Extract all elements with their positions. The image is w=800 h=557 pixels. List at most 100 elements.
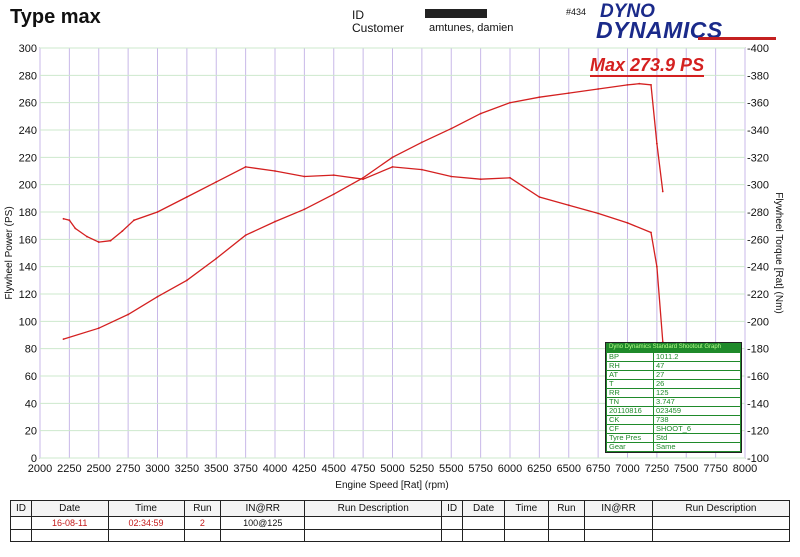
torque-point <box>68 219 71 222</box>
y-right-tick-label: -380 <box>747 70 769 82</box>
info-key: Gear <box>606 442 654 452</box>
info-row: RH 47 <box>606 361 741 371</box>
x-tick-label: 7250 <box>645 463 669 475</box>
runs-header-cell: IN@RR <box>584 500 653 517</box>
x-tick-label: 5250 <box>410 463 434 475</box>
y-left-tick-label: 20 <box>25 426 37 438</box>
y-left-tick-label: 200 <box>19 180 37 192</box>
torque-point <box>650 231 652 234</box>
torque-point <box>597 212 600 215</box>
power-point <box>185 279 188 282</box>
y-left-tick-label: 40 <box>25 398 37 410</box>
run-time: 02:34:59 <box>107 516 185 530</box>
power-point <box>391 156 394 159</box>
torque-point <box>655 265 658 268</box>
x-tick-label: 4750 <box>351 463 375 475</box>
power-point <box>420 141 423 144</box>
info-row: AT 27 <box>606 370 741 380</box>
run-inrr-2 <box>584 516 653 530</box>
info-row: BP 1011.2 <box>606 352 741 362</box>
torque-point <box>450 175 453 178</box>
x-tick-label: 6000 <box>498 463 522 475</box>
torque-point <box>479 178 482 181</box>
torque-point <box>133 219 135 222</box>
info-value: Same <box>653 442 741 452</box>
power-point <box>127 313 130 316</box>
power-point <box>450 127 453 130</box>
info-value: 1011.2 <box>653 352 741 362</box>
torque-point <box>62 217 65 220</box>
torque-point <box>538 196 541 198</box>
runs-header-cell: Run <box>547 500 586 517</box>
torque-point <box>121 230 124 233</box>
y-right-tick-label: -340 <box>747 125 769 137</box>
x-tick-label: 6250 <box>527 463 551 475</box>
y-left-tick-label: 100 <box>19 316 37 328</box>
runs-header-cell: Run Description <box>651 500 791 517</box>
power-point <box>597 88 600 90</box>
torque-point <box>97 241 100 243</box>
run-description-2 <box>651 516 791 530</box>
y-right-axis-label: Flywheel Torque [Rat] (Nm) <box>773 192 784 314</box>
power-point <box>215 257 218 260</box>
y-right-axis-ticks: -100 -120 -140 -160 -180 -200 -220 -240 -260 -280… <box>747 43 769 465</box>
y-right-tick-label: -360 <box>747 98 769 110</box>
y-right-tick-label: -100 <box>747 453 769 465</box>
y-left-tick-label: 0 <box>31 453 37 465</box>
run-date: 16-08-11 <box>30 516 109 530</box>
torque-point <box>86 235 88 238</box>
torque-point <box>303 175 306 178</box>
x-tick-label: 7750 <box>703 463 727 475</box>
torque-point <box>215 181 218 183</box>
runs-header-cell: IN@RR <box>220 500 306 517</box>
x-tick-label: 2750 <box>116 463 140 475</box>
y-left-tick-label: 220 <box>19 152 37 164</box>
torque-point <box>109 239 112 242</box>
x-tick-label: 7500 <box>674 463 698 475</box>
y-left-tick-label: 140 <box>19 262 37 274</box>
info-row: Gear Same <box>606 442 741 452</box>
y-right-tick-label: -400 <box>747 43 769 55</box>
runs-header-row: ID Date Time Run IN@RR Run Description ID Date T… <box>10 500 791 517</box>
y-right-tick-label: -180 <box>747 344 769 356</box>
x-tick-label: 5000 <box>380 463 404 475</box>
y-left-tick-label: 160 <box>19 234 37 246</box>
torque-point <box>274 170 276 172</box>
power-point <box>274 220 276 223</box>
power-point <box>538 96 541 99</box>
torque-point <box>420 168 423 171</box>
run-row[interactable]: 16-08-11 02:34:59 2 100@125 <box>10 516 791 530</box>
run-number: 2 <box>183 516 222 530</box>
y-left-axis-label: Flywheel Power (PS) <box>4 206 15 299</box>
runs-header-cell: Time <box>504 500 549 517</box>
power-point <box>62 338 65 340</box>
y-right-tick-label: -220 <box>747 289 769 301</box>
y-right-tick-label: -200 <box>747 316 769 328</box>
x-tick-label: 3250 <box>175 463 199 475</box>
runs-header-cell: Date <box>30 500 109 517</box>
y-right-tick-label: -240 <box>747 262 769 274</box>
y-right-tick-label: -300 <box>747 180 769 192</box>
info-row: T 26 <box>606 379 741 389</box>
x-tick-label: 4250 <box>292 463 316 475</box>
x-tick-label: 7000 <box>615 463 639 475</box>
runs-header-cell: Date <box>462 500 506 517</box>
torque-point <box>74 227 77 230</box>
y-left-tick-label: 300 <box>19 43 37 55</box>
run-description <box>304 516 443 530</box>
power-point <box>332 193 335 196</box>
y-right-tick-label: -320 <box>747 152 769 164</box>
info-box-title: Dyno Dynamics Standard Shootout Graph <box>609 344 722 350</box>
runs-header-cell: ID <box>441 500 464 517</box>
runs-header-cell: Run Description <box>304 500 443 517</box>
power-point <box>303 208 306 211</box>
runs-header-cell: Run <box>183 500 222 517</box>
y-left-tick-label: 240 <box>19 125 37 137</box>
x-tick-label: 2500 <box>87 463 111 475</box>
y-left-axis-ticks: 0 20 40 60 80 100 120 140 160 180 200 220 240 260 280 3… <box>19 43 37 465</box>
run-id <box>10 516 32 530</box>
torque-point <box>626 222 629 224</box>
x-tick-label: 4000 <box>263 463 287 475</box>
torque-point <box>185 196 188 198</box>
x-tick-label: 6500 <box>557 463 581 475</box>
